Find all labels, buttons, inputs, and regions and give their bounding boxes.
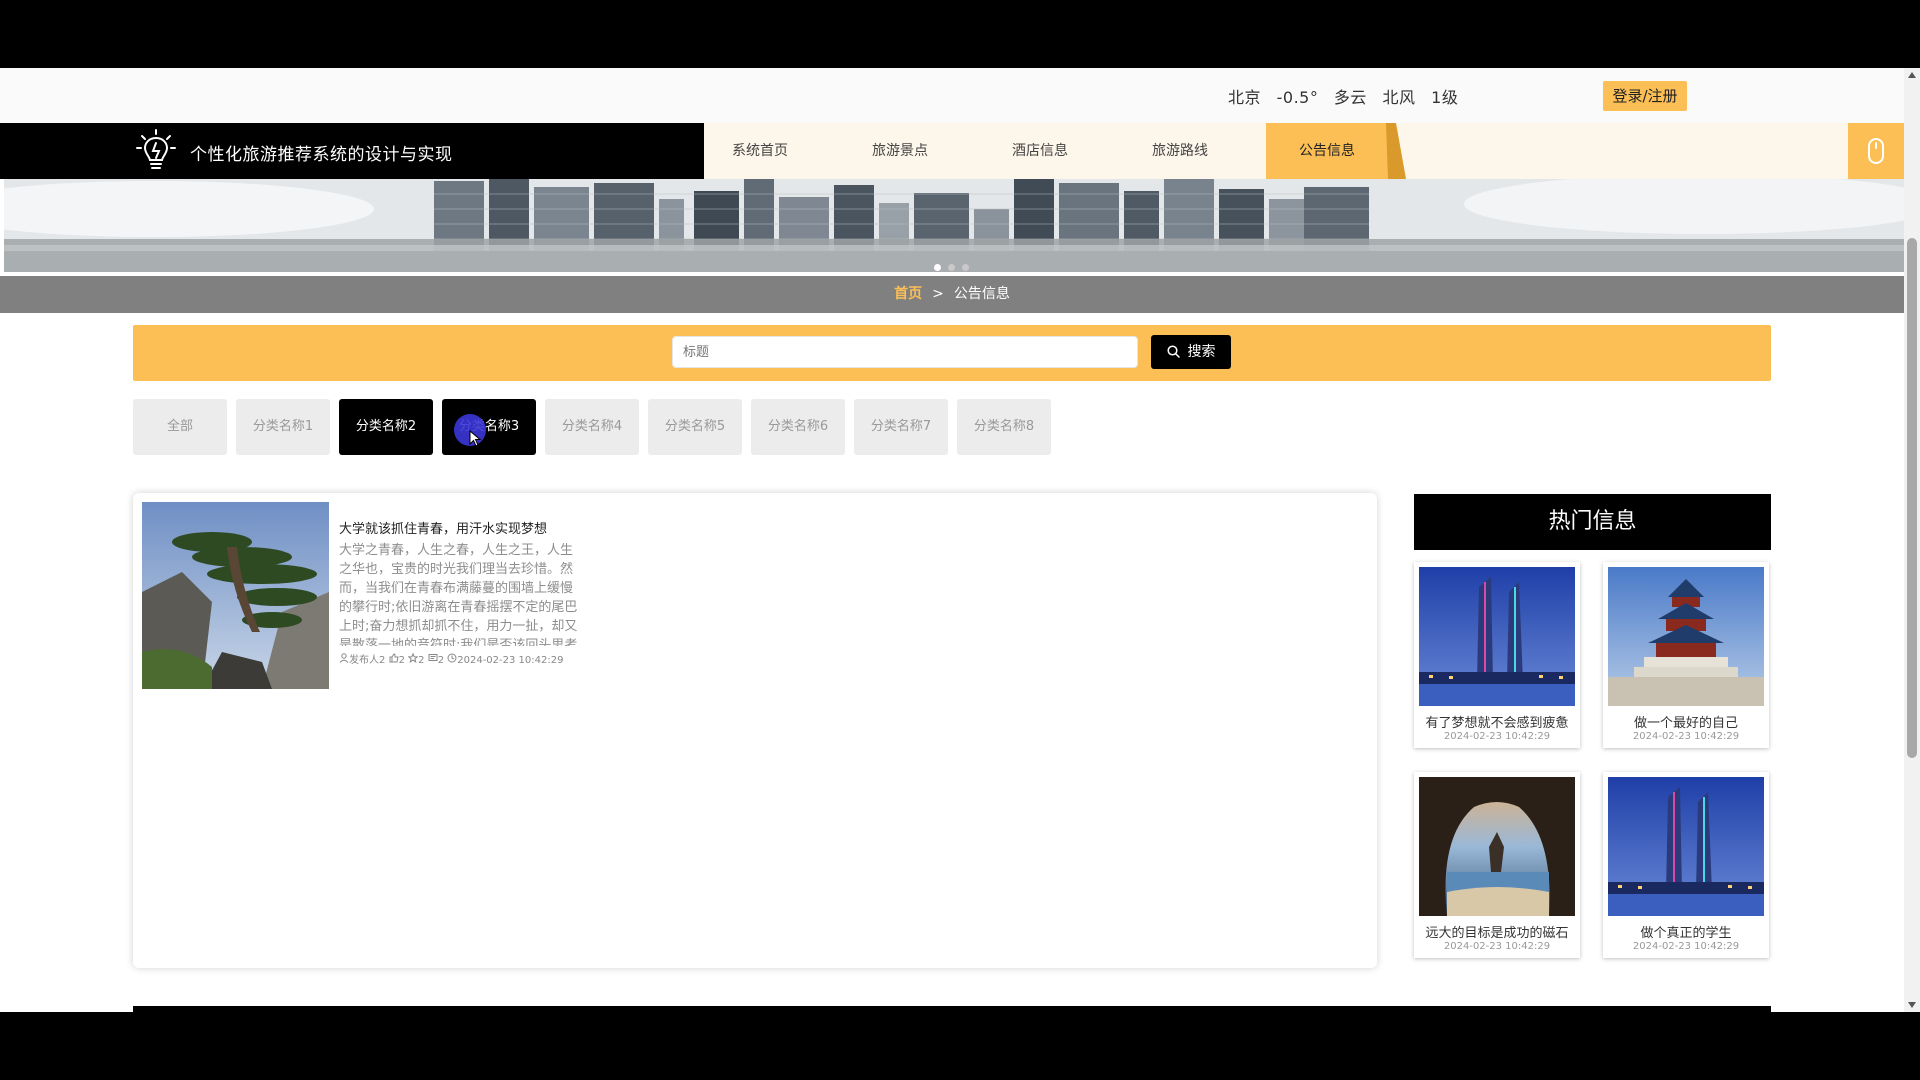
- search-bar: 搜索: [133, 325, 1771, 381]
- temple-of-heaven-image: [1608, 567, 1764, 706]
- search-button-label: 搜索: [1187, 344, 1216, 360]
- hot-info-image: [1608, 777, 1764, 916]
- clock-icon: [447, 653, 457, 663]
- brand[interactable]: 个性化旅游推荐系统的设计与实现: [0, 123, 704, 179]
- category-tab-5[interactable]: 分类名称5: [648, 399, 742, 455]
- hot-info-card[interactable]: 远大的目标是成功的磁石 2024-02-23 10:42:29: [1414, 772, 1580, 958]
- user-icon: [339, 653, 349, 663]
- weather-wind: 北风: [1382, 88, 1416, 107]
- category-tab-7[interactable]: 分类名称7: [854, 399, 948, 455]
- carousel-dots: [934, 256, 976, 272]
- main-nav: 个性化旅游推荐系统的设计与实现 系统首页 旅游景点 酒店信息 旅游路线 公告信息: [0, 123, 1904, 179]
- breadcrumb: 首页 > 公告信息: [0, 276, 1904, 313]
- twin-towers-image: [1608, 777, 1764, 916]
- hot-info-time: 2024-02-23 10:42:29: [1632, 941, 1740, 952]
- breadcrumb-current: 公告信息: [953, 286, 1010, 302]
- hot-info-title: 有了梦想就不会感到疲惫: [1425, 716, 1569, 731]
- banner-carousel[interactable]: [4, 179, 1904, 272]
- weather-wind-level: 1级: [1431, 88, 1459, 107]
- weather-city: 北京: [1228, 88, 1262, 107]
- hot-info-time: 2024-02-23 10:42:29: [1632, 731, 1740, 742]
- nav-item-announcements[interactable]: 公告信息: [1266, 123, 1388, 179]
- hot-info-title: 做一个最好的自己: [1633, 716, 1738, 731]
- login-register-button[interactable]: 登录/注册: [1603, 81, 1687, 111]
- category-tab-1[interactable]: 分类名称1: [236, 399, 330, 455]
- search-input[interactable]: [672, 336, 1138, 368]
- list-item-meta: 发布人2 2 2 2 2024-02-23 10:42:29: [339, 651, 563, 666]
- list-item-thumbnail[interactable]: [142, 502, 329, 689]
- announcement-list: 大学就该抓住青春，用汗水实现梦想 大学之青春，人生之春，人生之王，人生之华也，宝…: [133, 493, 1377, 968]
- top-info-bar: 北京 -0.5° 多云 北风 1级 登录/注册: [0, 68, 1904, 123]
- hot-info-title: 远大的目标是成功的磁石: [1425, 926, 1569, 941]
- category-tab-all[interactable]: 全部: [133, 399, 227, 455]
- carousel-dot[interactable]: [948, 264, 955, 271]
- weather-info: 北京 -0.5° 多云 北风 1级: [1228, 84, 1468, 108]
- category-tab-8[interactable]: 分类名称8: [957, 399, 1051, 455]
- list-item-time: 2024-02-23 10:42:29: [457, 655, 564, 666]
- footer-top-edge: [133, 1006, 1771, 1012]
- search-button[interactable]: 搜索: [1151, 335, 1231, 369]
- twin-towers-image: [1419, 567, 1575, 706]
- comment-icon: [428, 654, 438, 661]
- hot-info-card[interactable]: 做个真正的学生 2024-02-23 10:42:29: [1603, 772, 1769, 958]
- list-item-likes: 2: [398, 655, 405, 666]
- hot-info-heading: 热门信息: [1414, 494, 1771, 550]
- lightbulb-logo-icon: [136, 129, 176, 169]
- category-tab-4[interactable]: 分类名称4: [545, 399, 639, 455]
- star-icon: [407, 652, 419, 664]
- scroll-down-arrow-icon[interactable]: [1908, 1002, 1916, 1008]
- pine-tree-image: [142, 502, 329, 689]
- scroll-up-arrow-icon[interactable]: [1908, 72, 1916, 78]
- list-item-description: 大学之青春，人生之春，人生之王，人生之华也，宝贵的时光我们理当去珍惜。然而，当我…: [339, 543, 578, 646]
- breadcrumb-separator: >: [932, 286, 944, 302]
- carousel-dot[interactable]: [934, 264, 941, 271]
- search-icon: [1166, 345, 1180, 358]
- vertical-scrollbar[interactable]: [1904, 68, 1920, 1012]
- nav-active-accent: [1386, 123, 1406, 179]
- category-tab-6[interactable]: 分类名称6: [751, 399, 845, 455]
- site-title: 个性化旅游推荐系统的设计与实现: [190, 145, 453, 165]
- list-item-comments: 2: [437, 655, 445, 666]
- list-item-favorites: 2: [418, 655, 425, 666]
- hot-info-card[interactable]: 有了梦想就不会感到疲惫 2024-02-23 10:42:29: [1414, 562, 1580, 748]
- list-item-title[interactable]: 大学就该抓住青春，用汗水实现梦想: [339, 518, 547, 537]
- like-icon: [389, 653, 399, 663]
- hot-info-image: [1608, 567, 1764, 706]
- mouse-cursor-icon: [469, 430, 482, 447]
- hot-info-card[interactable]: 做一个最好的自己 2024-02-23 10:42:29: [1603, 562, 1769, 748]
- hot-info-title: 做个真正的学生: [1640, 926, 1732, 941]
- nav-item-routes[interactable]: 旅游路线: [1110, 123, 1250, 179]
- mouse-icon-button[interactable]: [1848, 123, 1904, 179]
- weather-condition: 多云: [1333, 88, 1367, 107]
- nav-item-home[interactable]: 系统首页: [690, 123, 830, 179]
- hot-info-image: [1419, 777, 1575, 916]
- nav-item-hotels[interactable]: 酒店信息: [970, 123, 1110, 179]
- scrollbar-thumb[interactable]: [1907, 238, 1917, 758]
- list-item-author: 发布人2: [349, 655, 386, 666]
- weather-temperature: -0.5°: [1276, 88, 1319, 107]
- nav-item-attractions[interactable]: 旅游景点: [830, 123, 970, 179]
- breadcrumb-home-link[interactable]: 首页: [894, 286, 922, 302]
- carousel-dot[interactable]: [962, 264, 969, 271]
- sea-cave-image: [1419, 777, 1575, 916]
- hot-info-image: [1419, 567, 1575, 706]
- hot-info-time: 2024-02-23 10:42:29: [1443, 941, 1551, 952]
- page: 北京 -0.5° 多云 北风 1级 登录/注册 个性化旅游推荐系统的设计与实现 …: [0, 68, 1920, 1012]
- category-tab-2[interactable]: 分类名称2: [339, 399, 433, 455]
- mouse-icon: [1868, 138, 1884, 164]
- hot-info-time: 2024-02-23 10:42:29: [1443, 731, 1551, 742]
